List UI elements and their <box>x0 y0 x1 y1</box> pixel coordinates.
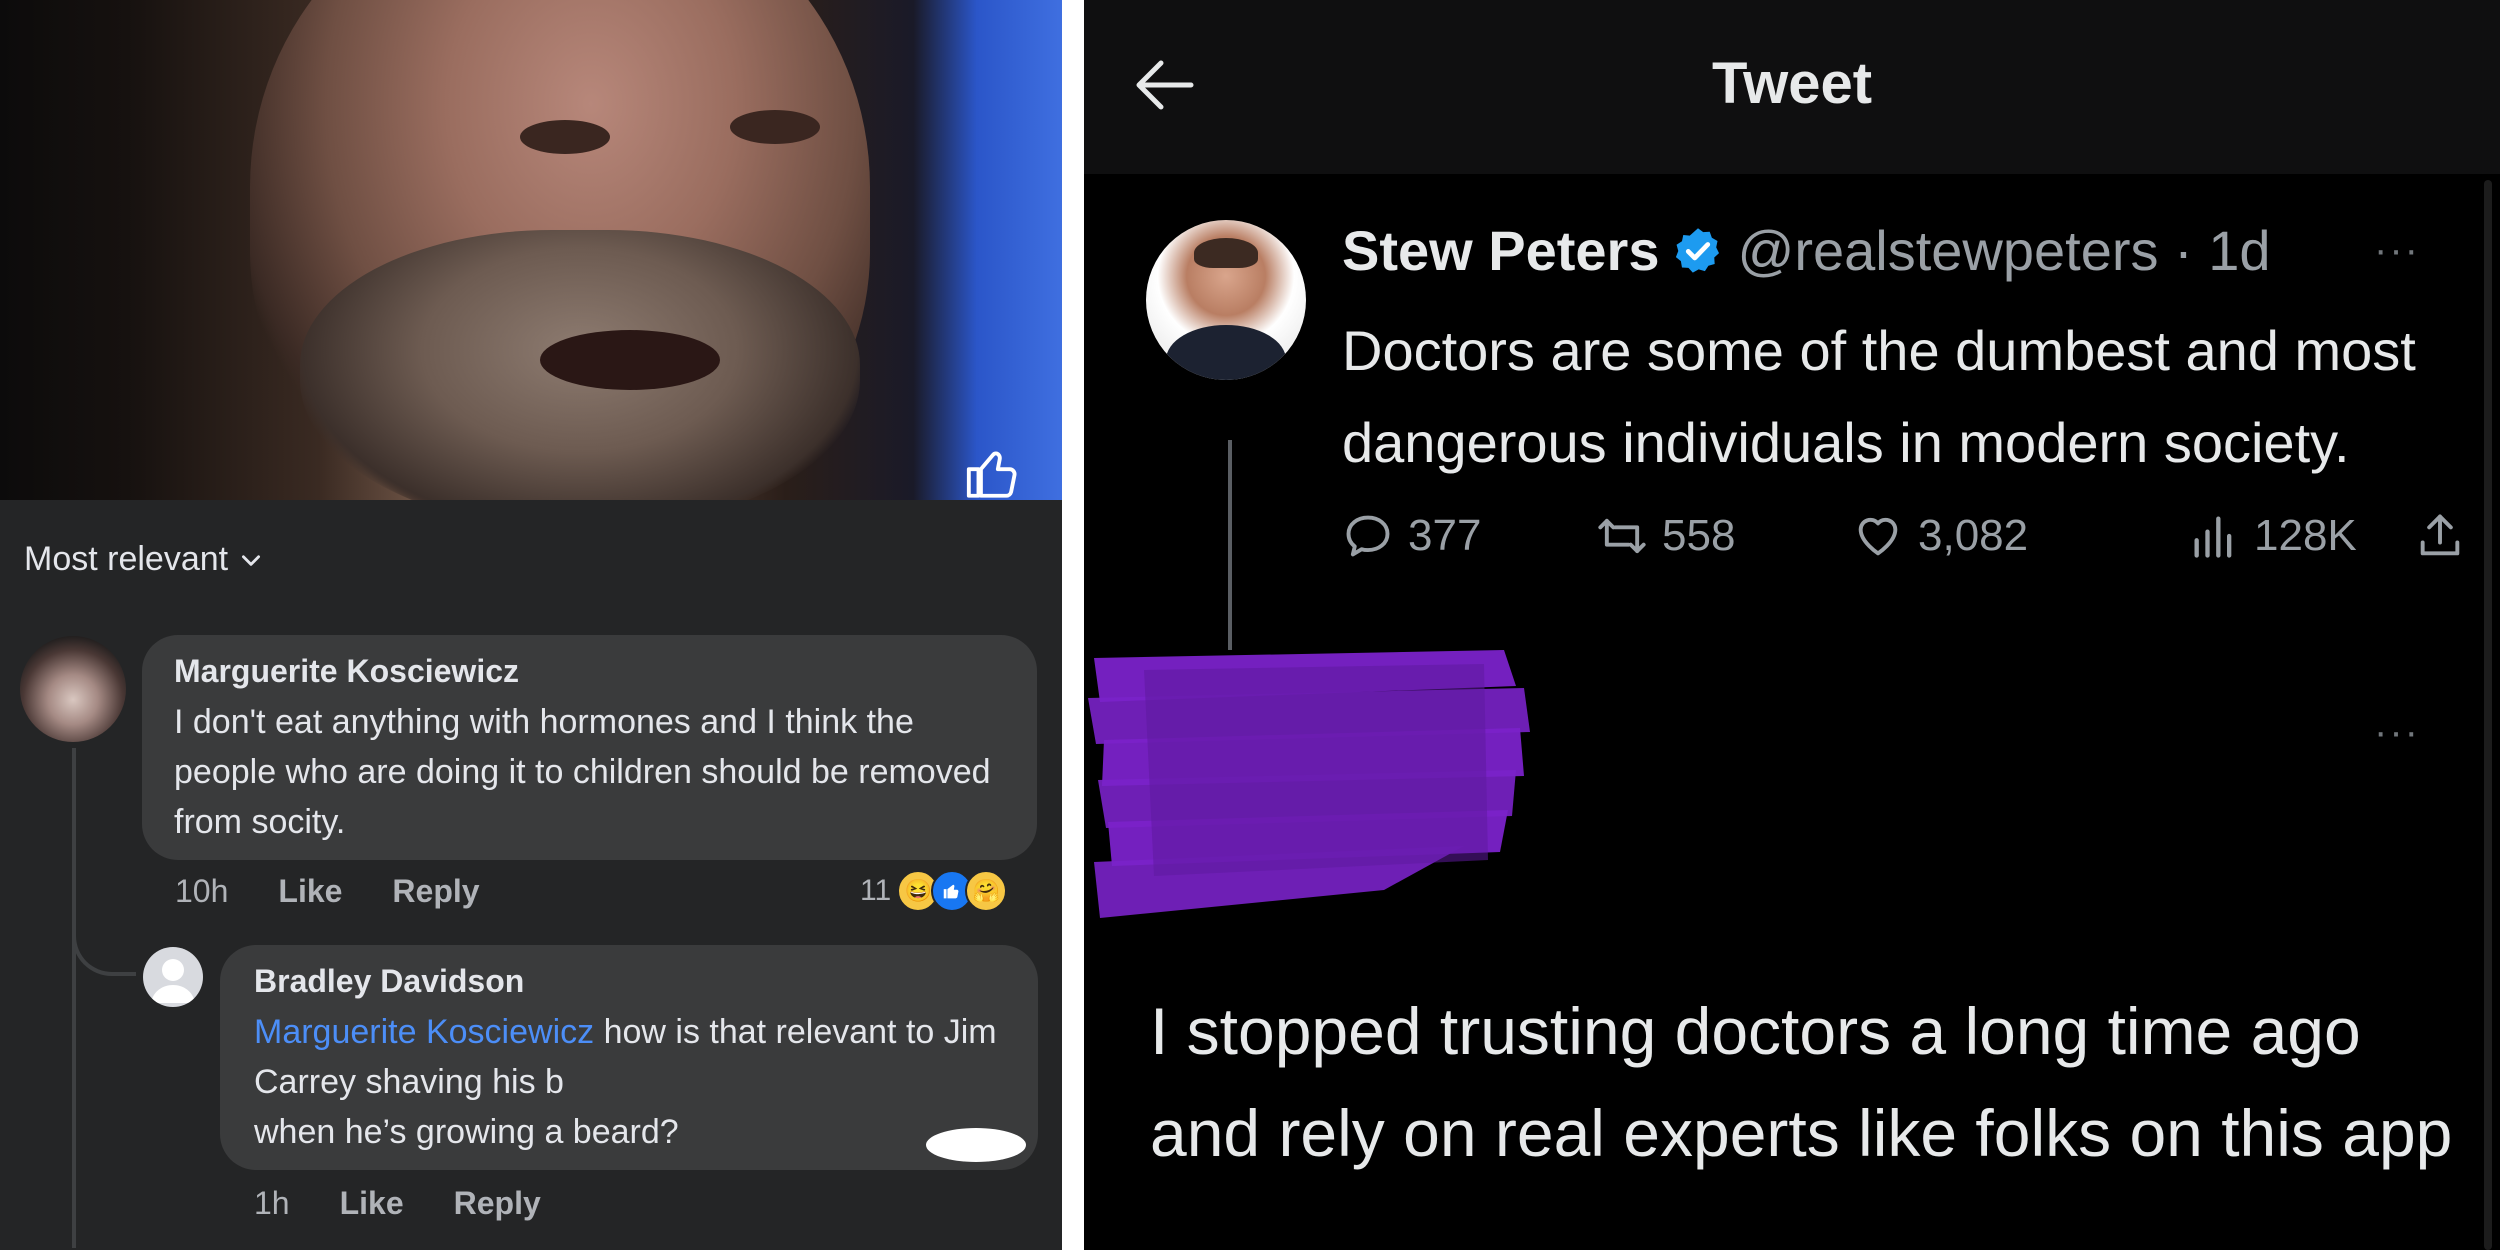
more-options-icon[interactable]: ··· <box>2374 228 2420 273</box>
comment-text-part: when he’s growing a beard? <box>254 1113 679 1151</box>
views-button[interactable]: 128K <box>2188 510 2357 562</box>
reply-button[interactable]: Reply <box>392 873 479 910</box>
like-button[interactable]: Like <box>340 1185 404 1222</box>
comment-text: I don't eat anything with hormones and I… <box>174 703 991 841</box>
redaction-mark <box>926 1128 1026 1162</box>
tweet-panel: Tweet Stew Peters @realstewpeters · 1d ·… <box>1084 0 2500 1250</box>
comment-bubble: Bradley Davidson Marguerite Kosciewicz h… <box>220 945 1038 1170</box>
reaction-summary[interactable]: 11 😆 🤗 <box>860 870 1008 912</box>
reply-button[interactable]: Reply <box>454 1185 541 1222</box>
thread-line <box>1228 440 1232 650</box>
avatar-hair <box>1194 238 1258 268</box>
sort-dropdown[interactable]: Most relevant <box>24 540 264 579</box>
tweet-header: Stew Peters @realstewpeters · 1d <box>1342 218 2271 283</box>
retweet-count: 558 <box>1662 511 1736 560</box>
comment-text: Marguerite Kosciewicz how is that releva… <box>254 1007 1026 1162</box>
share-button[interactable] <box>2414 510 2466 562</box>
comment-author[interactable]: Marguerite Kosciewicz <box>174 653 519 690</box>
like-button[interactable]: 3,082 <box>1852 510 2028 562</box>
retweet-icon <box>1598 518 1646 554</box>
reply-tweet-text: I stopped trusting doctors a long time a… <box>1150 994 2453 1170</box>
video-mouth <box>540 330 720 390</box>
comment-time[interactable]: 10h <box>175 873 228 910</box>
handle-and-time[interactable]: @realstewpeters · 1d <box>1738 218 2271 283</box>
scrollbar[interactable] <box>2484 180 2492 1250</box>
like-count: 3,082 <box>1918 511 2029 560</box>
views-chart-icon <box>2194 516 2232 558</box>
top-bar: Tweet <box>1084 0 2500 174</box>
heart-icon <box>1858 517 1898 556</box>
comment-actions: 1h Like Reply <box>254 1185 541 1222</box>
comment-author[interactable]: Bradley Davidson <box>254 963 524 1000</box>
thread-connector <box>72 900 136 976</box>
share-icon <box>2420 514 2460 556</box>
facebook-comments-panel: Most relevant Marguerite Kosciewicz I do… <box>0 0 1062 1250</box>
display-name[interactable]: Stew Peters <box>1342 218 1660 283</box>
video-eye <box>730 110 820 144</box>
more-options-icon[interactable]: ··· <box>2374 710 2420 755</box>
reaction-count: 11 <box>860 874 892 907</box>
avatar[interactable] <box>143 947 203 1007</box>
avatar-suit <box>1166 325 1286 380</box>
reply-count: 377 <box>1408 511 1482 560</box>
video-eye <box>520 120 610 154</box>
verified-badge-icon <box>1675 227 1719 273</box>
redaction-scribble <box>1088 650 1530 918</box>
comment-actions: 10h Like Reply <box>175 873 480 910</box>
avatar[interactable] <box>20 636 126 742</box>
retweet-button[interactable]: 558 <box>1596 510 1735 562</box>
mention-link[interactable]: Marguerite Kosciewicz <box>254 1013 594 1051</box>
video-frame[interactable] <box>0 0 1062 500</box>
sort-label: Most relevant <box>24 540 229 578</box>
care-reaction-icon: 🤗 <box>965 870 1008 912</box>
thread-line <box>72 748 76 1248</box>
tweet-actions: 377 558 3,082 128K <box>1342 510 2462 570</box>
chevron-down-icon <box>242 554 261 566</box>
default-user-icon <box>151 959 195 1003</box>
comment-bubble: Marguerite Kosciewicz I don't eat anythi… <box>142 635 1037 860</box>
page-title: Tweet <box>1711 51 1873 116</box>
comment-time[interactable]: 1h <box>254 1185 290 1222</box>
view-count: 128K <box>2254 511 2357 560</box>
like-button[interactable]: Like <box>278 873 342 910</box>
tweet-text: Doctors are some of the dumbest and most… <box>1342 319 2416 474</box>
avatar[interactable] <box>1146 220 1306 380</box>
reply-icon <box>1346 515 1390 557</box>
thumbs-up-icon[interactable] <box>962 445 1024 500</box>
reply-button[interactable]: 377 <box>1342 510 1481 562</box>
